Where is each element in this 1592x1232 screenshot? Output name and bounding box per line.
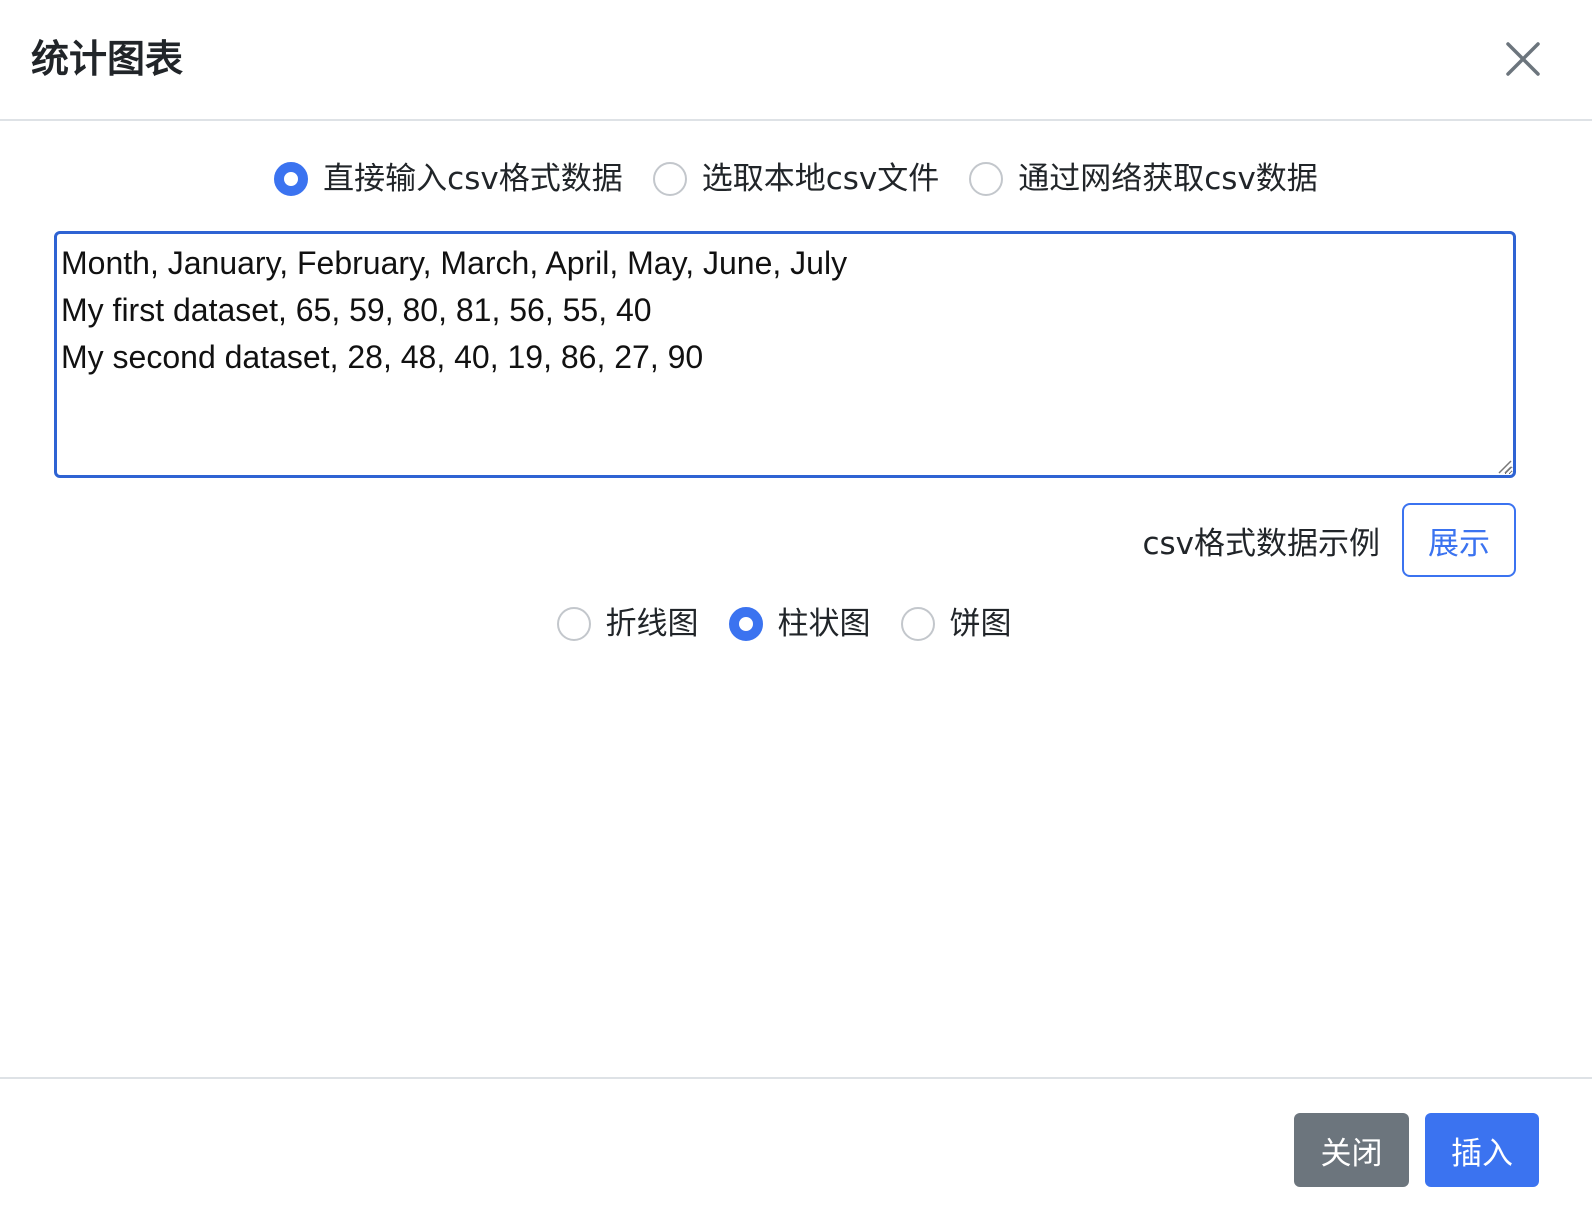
radio-button[interactable] [556,607,591,641]
chart-type-bar[interactable]: 柱状图 [728,604,871,644]
chart-type-label: 饼图 [949,606,1012,642]
chart-type-radio-group: 折线图 柱状图 饼图 [0,598,1592,650]
source-option-label: 直接输入csv格式数据 [323,161,623,197]
chart-type-line[interactable]: 折线图 [556,604,699,644]
resize-grip-icon[interactable] [1496,458,1512,474]
csv-example-row: csv格式数据示例 展示 [0,502,1516,578]
radio-button[interactable] [900,607,935,641]
source-option-label: 选取本地csv文件 [701,161,940,197]
radio-button-checked[interactable] [728,607,763,641]
source-option-direct-input[interactable]: 直接输入csv格式数据 [274,159,623,199]
modal-footer: 关闭 插入 [0,1077,1592,1232]
chart-type-pie[interactable]: 饼图 [900,604,1012,644]
radio-button-checked[interactable] [274,162,309,196]
source-option-local-file[interactable]: 选取本地csv文件 [652,159,940,199]
radio-button[interactable] [652,162,687,196]
close-icon[interactable] [1500,36,1546,82]
source-option-network[interactable]: 通过网络获取csv数据 [969,159,1318,199]
chart-type-label: 折线图 [605,606,699,642]
source-option-label: 通过网络获取csv数据 [1018,161,1318,197]
radio-button[interactable] [969,162,1004,196]
modal-header: 统计图表 [0,0,1592,121]
data-source-radio-group: 直接输入csv格式数据 选取本地csv文件 通过网络获取csv数据 [0,153,1592,205]
csv-data-textarea[interactable]: Month, January, February, March, April, … [54,231,1516,478]
close-button[interactable]: 关闭 [1294,1113,1409,1187]
chart-type-label: 柱状图 [777,606,871,642]
csv-example-label: csv格式数据示例 [1142,525,1380,562]
insert-button[interactable]: 插入 [1425,1113,1539,1187]
show-example-button[interactable]: 展示 [1402,503,1516,577]
chart-modal: 统计图表 直接输入csv格式数据 选取本地csv文件 通过网络获取csv数据 M… [0,0,1592,1232]
modal-title: 统计图表 [31,37,184,81]
